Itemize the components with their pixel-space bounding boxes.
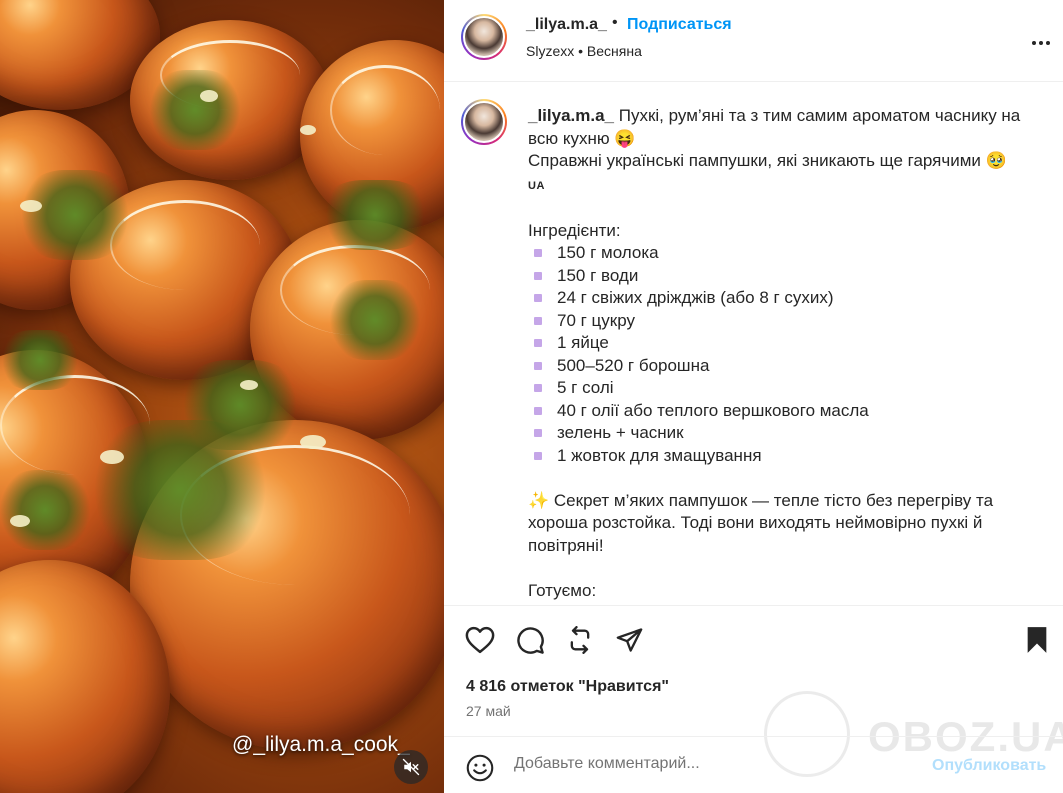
list-item: 1 яйце <box>528 332 1038 355</box>
repost-icon <box>570 626 590 654</box>
audio-attribution[interactable]: Slyzexx • Весняна <box>526 43 642 59</box>
comment-button[interactable] <box>516 626 545 660</box>
author-username[interactable]: _lilya.m.a_ <box>526 16 607 34</box>
author-avatar[interactable] <box>461 14 507 60</box>
mute-button[interactable] <box>394 750 428 784</box>
save-button[interactable] <box>1025 626 1049 659</box>
post-actions: 4 816 отметок "Нравится" 27 май OBOZ.UA … <box>444 605 1063 793</box>
glaze-highlight <box>110 200 260 290</box>
like-button[interactable] <box>465 626 495 659</box>
garlic-bit <box>200 90 218 102</box>
post-details-panel: _lilya.m.a_ • Подписаться Slyzexx • Весн… <box>444 0 1063 793</box>
dill-garnish <box>0 470 90 550</box>
list-item: 150 г молока <box>528 242 1038 265</box>
publish-button[interactable]: Опубликовать <box>932 757 1046 775</box>
header-separator: • <box>612 14 618 31</box>
caption-intro-2: Справжні українські пампушки, які зникаю… <box>528 151 1007 170</box>
glaze-highlight <box>330 65 440 155</box>
emoji-button[interactable] <box>466 754 494 787</box>
garlic-bit <box>100 450 124 464</box>
ingredients-title: Інгредієнти: <box>528 220 621 240</box>
dill-garnish <box>180 360 300 450</box>
share-icon <box>616 628 643 652</box>
secret-paragraph: ✨ Секрет м’яких пампушок — тепле тісто б… <box>528 490 1038 558</box>
caption-author-avatar[interactable] <box>461 99 507 145</box>
muted-speaker-icon <box>402 758 420 776</box>
ua-flag: UA <box>528 179 545 192</box>
repost-button[interactable] <box>566 626 594 659</box>
list-item: 1 жовток для змащування <box>528 445 1038 468</box>
post-header: _lilya.m.a_ • Подписаться Slyzexx • Весн… <box>444 0 1063 82</box>
steps-title: Готуємо: <box>528 580 597 600</box>
audio-separator: • <box>578 43 584 59</box>
garlic-bit <box>240 380 258 390</box>
likes-count[interactable]: 4 816 отметок "Нравится" <box>466 678 669 696</box>
dill-garnish <box>20 170 130 260</box>
list-item: зелень + часник <box>528 422 1038 445</box>
dill-garnish <box>150 70 240 150</box>
post-caption: _lilya.m.a_ Пухкі, рум’яні та з тим сами… <box>444 83 1063 605</box>
post-date[interactable]: 27 май <box>466 703 511 719</box>
list-item: 40 г олії або теплого вершкового масла <box>528 400 1038 423</box>
garlic-bit <box>300 435 326 449</box>
garlic-bit <box>300 125 316 135</box>
video-overlay-handle: @_lilya.m.a_cook_ <box>232 733 410 756</box>
list-item: 70 г цукру <box>528 310 1038 333</box>
dill-garnish <box>320 180 430 250</box>
more-options-button[interactable] <box>1032 32 1053 50</box>
share-button[interactable] <box>615 626 644 659</box>
comment-icon <box>517 627 544 654</box>
audio-title[interactable]: Весняна <box>587 43 642 59</box>
list-item: 24 г свіжих дріжджів (або 8 г сухих) <box>528 287 1038 310</box>
garlic-bit <box>10 515 30 527</box>
comment-input[interactable] <box>514 755 914 773</box>
list-item: 150 г води <box>528 265 1038 288</box>
more-options-icon <box>1032 41 1036 45</box>
list-item: 5 г солі <box>528 377 1038 400</box>
caption-username[interactable]: _lilya.m.a_ <box>528 106 614 125</box>
heart-icon <box>465 626 495 654</box>
dill-garnish <box>0 330 80 390</box>
post-media-video[interactable]: @_lilya.m.a_cook_ <box>0 0 444 793</box>
garlic-bit <box>20 200 42 212</box>
bookmark-icon <box>1027 627 1047 653</box>
list-item: 500–520 г борошна <box>528 355 1038 378</box>
sparkle-icon: ✨ <box>528 490 550 510</box>
caption-text: _lilya.m.a_ Пухкі, рум’яні та з тим сами… <box>528 105 1038 605</box>
follow-button[interactable]: Подписаться <box>627 16 732 34</box>
comment-bar: Опубликовать <box>444 736 1063 793</box>
secret-text: Секрет м’яких пампушок — тепле тісто без… <box>528 490 994 555</box>
smiley-icon <box>466 754 494 782</box>
ingredients-list: 150 г молока 150 г води 24 г свіжих дріж… <box>528 242 1038 467</box>
dill-garnish <box>330 280 420 360</box>
audio-artist[interactable]: Slyzexx <box>526 43 574 59</box>
